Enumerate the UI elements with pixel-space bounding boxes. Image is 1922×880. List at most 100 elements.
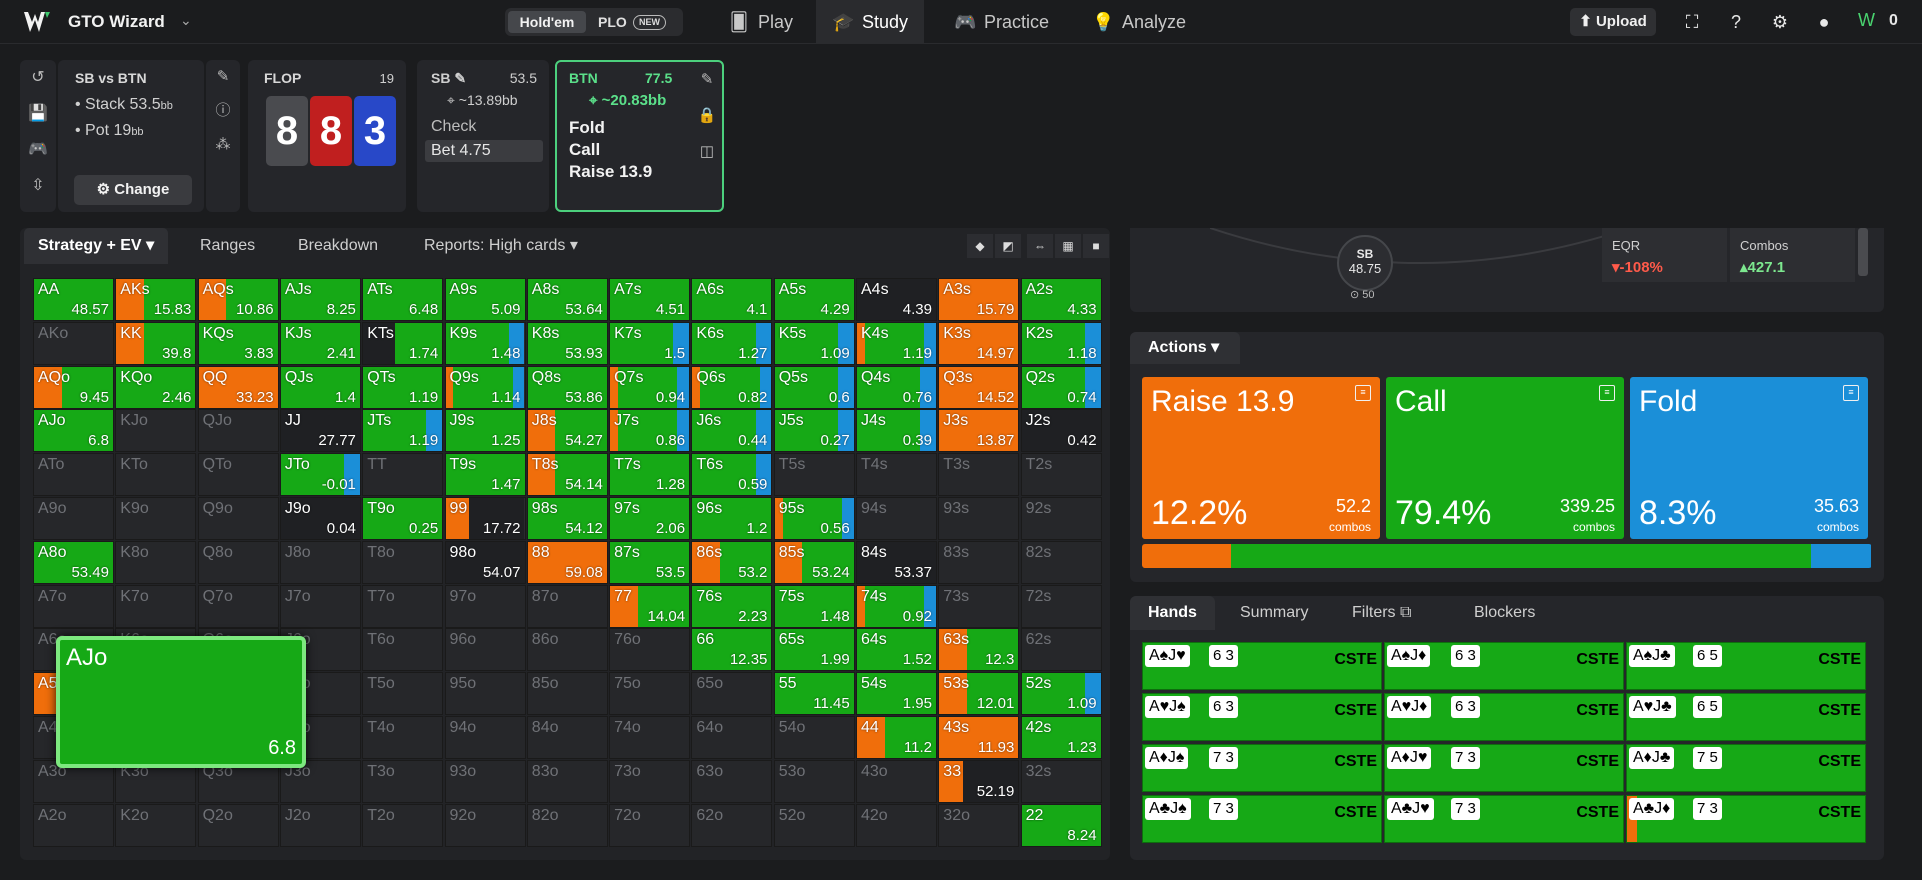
hand-cell[interactable]: T9s 1.47 <box>444 453 526 497</box>
screenshot-icon[interactable]: ⛶ <box>1680 10 1704 34</box>
hand-cell[interactable]: 55 11.45 <box>773 672 855 716</box>
hand-cell[interactable]: T6s 0.59 <box>691 453 773 497</box>
grid-icon[interactable]: ▦ <box>1055 234 1081 258</box>
hand-cell[interactable]: T5s <box>773 453 855 497</box>
change-button[interactable]: ⚙ Change <box>74 175 192 205</box>
hand-cell[interactable]: AKs 15.83 <box>115 278 197 321</box>
info-icon[interactable]: ⓘ <box>206 94 240 128</box>
hand-cell[interactable]: A2o <box>33 803 114 847</box>
hand-cell[interactable]: 88 59.08 <box>526 540 608 584</box>
hand-cell[interactable]: 54s 1.95 <box>856 672 937 716</box>
hand-cell[interactable]: ATo <box>33 453 114 497</box>
hand-combo[interactable]: A♣J♦ 7 3 CSTE <box>1626 795 1866 843</box>
hand-combo[interactable]: A♥J♣ 6 5 CSTE <box>1626 693 1866 741</box>
seat-sb[interactable]: SB 48.75 <box>1337 235 1393 291</box>
hand-cell[interactable]: A8s 53.64 <box>526 278 608 321</box>
coins-icon[interactable]: W <box>1858 10 1884 34</box>
compress-icon[interactable]: ⇔ <box>1027 234 1053 258</box>
hand-cell[interactable]: A9s 5.09 <box>444 278 526 321</box>
hand-cell[interactable]: Q6s 0.82 <box>691 365 773 409</box>
selected-hand-cell[interactable]: AJo 6.8 <box>56 636 306 768</box>
tab-breakdown[interactable]: Breakdown <box>298 228 378 264</box>
hand-cell[interactable]: K9o <box>115 497 197 540</box>
hand-cell[interactable]: 74s 0.92 <box>856 584 937 628</box>
hand-cell[interactable]: 44 11.2 <box>856 716 937 759</box>
btn-call[interactable]: Call <box>569 140 600 160</box>
hand-cell[interactable]: QTs 1.19 <box>362 365 444 409</box>
btn-fold[interactable]: Fold <box>569 118 605 138</box>
brand-name[interactable]: GTO Wizard <box>68 12 165 32</box>
hand-cell[interactable]: 22 8.24 <box>1020 803 1102 847</box>
actions-tab[interactable]: Actions ▾ <box>1130 332 1240 364</box>
gear-icon[interactable]: ⚙ <box>1768 10 1792 34</box>
hand-cell[interactable]: 42s 1.23 <box>1020 716 1102 759</box>
save-icon[interactable]: 💾 <box>20 96 56 132</box>
hand-cell[interactable]: Q8o <box>197 540 279 584</box>
tab-blockers[interactable]: Blockers <box>1474 596 1535 630</box>
hand-cell[interactable]: T7o <box>362 584 444 628</box>
notes-icon[interactable]: ≡ <box>1355 385 1371 401</box>
reset-icon[interactable]: ↺ <box>20 60 56 96</box>
hand-cell[interactable]: Q2o <box>197 803 279 847</box>
hand-cell[interactable]: QJo <box>197 409 279 453</box>
hand-cell[interactable]: QJs 1.4 <box>279 365 361 409</box>
hand-cell[interactable]: T4s <box>856 453 937 497</box>
hand-cell[interactable]: 94s <box>856 497 937 540</box>
hand-cell[interactable]: 96o <box>444 628 526 672</box>
btn-raise[interactable]: Raise 13.9 <box>569 162 652 182</box>
hand-cell[interactable]: J7s 0.86 <box>609 409 691 453</box>
hand-cell[interactable]: J9o 0.04 <box>279 497 361 540</box>
hand-cell[interactable]: A2s 4.33 <box>1020 278 1102 321</box>
hand-cell[interactable]: KJs 2.41 <box>279 321 361 365</box>
hand-cell[interactable]: A7s 4.51 <box>609 278 691 321</box>
hand-cell[interactable]: Q4s 0.76 <box>856 365 937 409</box>
nav-study[interactable]: 🎓 Study <box>816 0 925 44</box>
hand-cell[interactable]: 86s 53.2 <box>691 540 773 584</box>
hand-combo[interactable]: A♦J♣ 7 5 CSTE <box>1626 744 1866 792</box>
hand-cell[interactable]: 82o <box>526 803 608 847</box>
hand-cell[interactable]: 97o <box>444 584 526 628</box>
hand-cell[interactable]: AQo 9.45 <box>33 365 114 409</box>
hand-cell[interactable]: JTs 1.19 <box>362 409 444 453</box>
hand-cell[interactable]: K8s 53.93 <box>526 321 608 365</box>
hand-cell[interactable]: 82s <box>1020 540 1102 584</box>
hand-cell[interactable]: 72o <box>609 803 691 847</box>
hand-cell[interactable]: KK 39.8 <box>115 321 197 365</box>
hand-combo[interactable]: A♠J♥ 6 3 CSTE <box>1142 642 1382 690</box>
upload-button[interactable]: ⬆ Upload <box>1570 8 1656 36</box>
hand-cell[interactable]: K3s 14.97 <box>938 321 1020 365</box>
hand-cell[interactable]: A8o 53.49 <box>33 540 114 584</box>
hand-cell[interactable]: 84o <box>526 716 608 759</box>
hand-cell[interactable]: 77 14.04 <box>609 584 691 628</box>
hand-cell[interactable]: KTs 1.74 <box>362 321 444 365</box>
hand-cell[interactable]: J7o <box>279 584 361 628</box>
hand-cell[interactable]: Q3s 14.52 <box>938 365 1020 409</box>
hand-cell[interactable]: KQs 3.83 <box>197 321 279 365</box>
hand-cell[interactable]: 98s 54.12 <box>526 497 608 540</box>
hand-cell[interactable]: 66 12.35 <box>691 628 773 672</box>
hand-cell[interactable]: 83s <box>938 540 1020 584</box>
hand-cell[interactable]: 84s 53.37 <box>856 540 937 584</box>
hand-cell[interactable]: 53o <box>773 759 855 803</box>
hand-cell[interactable]: A7o <box>33 584 114 628</box>
btn-action-box[interactable]: BTN 77.5 ⌖ ~20.83bb Fold Call Raise 13.9… <box>555 60 724 212</box>
hand-cell[interactable]: 53s 12.01 <box>938 672 1020 716</box>
hand-cell[interactable]: T2o <box>362 803 444 847</box>
nav-analyze[interactable]: 💡 Analyze <box>1092 0 1186 44</box>
help-icon[interactable]: ? <box>1724 10 1748 34</box>
hand-cell[interactable]: 43o <box>856 759 937 803</box>
hand-cell[interactable]: 97s 2.06 <box>609 497 691 540</box>
hand-cell[interactable]: 75o <box>609 672 691 716</box>
hand-cell[interactable]: A4s 4.39 <box>856 278 937 321</box>
hand-combo[interactable]: A♠J♦ 6 3 CSTE <box>1384 642 1624 690</box>
hand-cell[interactable]: AJs 8.25 <box>279 278 361 321</box>
tab-summary[interactable]: Summary <box>1240 596 1308 630</box>
hand-cell[interactable]: KTo <box>115 453 197 497</box>
hand-combo[interactable]: A♦J♥ 7 3 CSTE <box>1384 744 1624 792</box>
hand-cell[interactable]: T5o <box>362 672 444 716</box>
hand-cell[interactable]: JTo -0.01 <box>279 453 361 497</box>
chevron-down-icon[interactable]: ⌄ <box>180 12 192 29</box>
hand-cell[interactable]: ATs 6.48 <box>362 278 444 321</box>
hand-cell[interactable]: K7o <box>115 584 197 628</box>
holdem-toggle[interactable]: Hold'em <box>508 11 586 33</box>
